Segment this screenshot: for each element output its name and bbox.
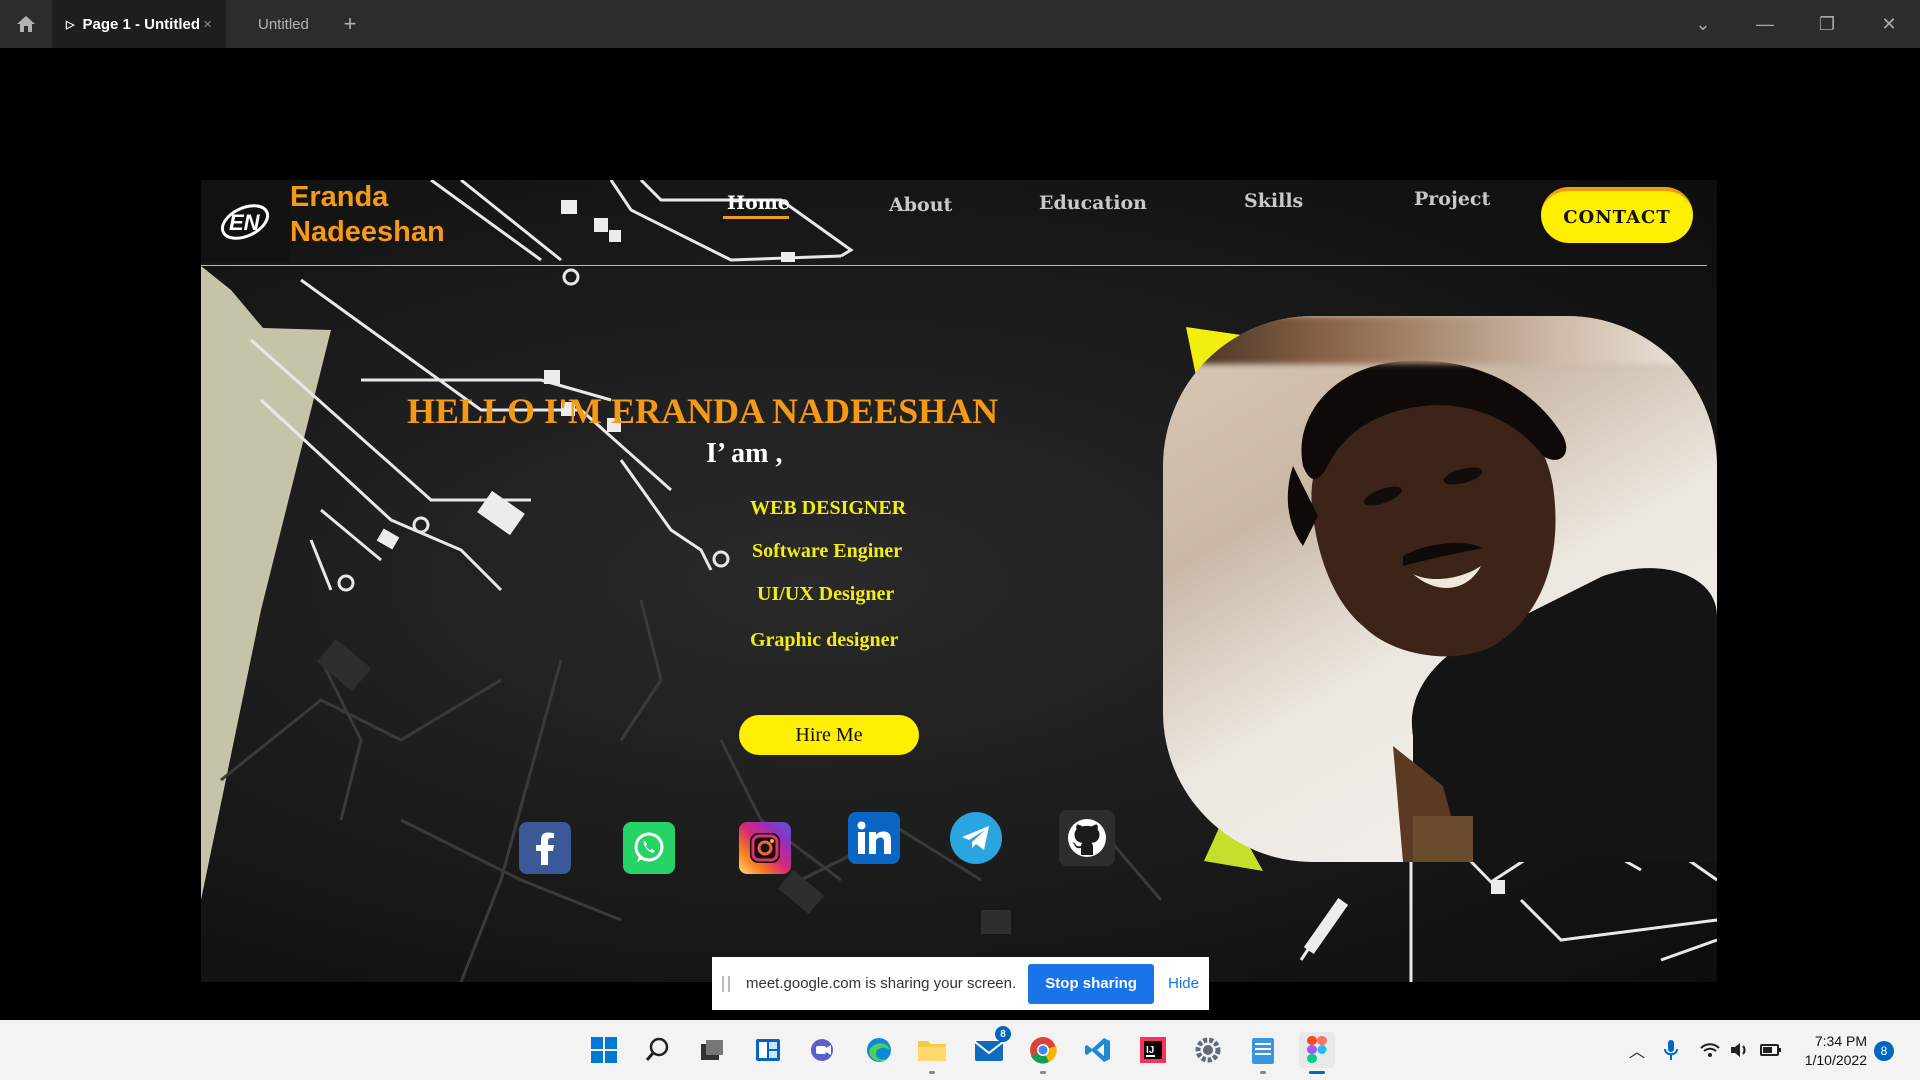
brand-name[interactable]: Eranda Nadeeshan bbox=[290, 180, 480, 250]
tab-label: Untitled bbox=[258, 15, 309, 33]
share-message: meet.google.com is sharing your screen. bbox=[746, 975, 1017, 992]
hide-link[interactable]: Hide bbox=[1168, 975, 1199, 992]
restore-button[interactable]: ❐ bbox=[1796, 14, 1858, 35]
tab-page-1[interactable]: ▷ Page 1 - Untitled × bbox=[52, 0, 226, 48]
edge-icon[interactable] bbox=[861, 1032, 897, 1068]
brand-logo[interactable]: EN bbox=[201, 180, 289, 262]
figma-canvas: EN Eranda Nadeeshan Home About Education… bbox=[0, 48, 1920, 1020]
contact-button[interactable]: CONTACT bbox=[1541, 187, 1693, 243]
svg-text:IJ: IJ bbox=[1146, 1045, 1154, 1056]
drag-handle[interactable] bbox=[722, 975, 730, 992]
hero-subheading: I’ am , bbox=[706, 438, 783, 469]
screen-share-bar: meet.google.com is sharing your screen. … bbox=[712, 957, 1209, 1010]
profile-photo bbox=[1163, 316, 1717, 862]
microphone-icon[interactable] bbox=[1664, 1039, 1678, 1061]
file-explorer-icon[interactable] bbox=[914, 1032, 950, 1074]
hero-heading: HELLO I'M ERANDA NADEESHAN bbox=[407, 391, 999, 431]
photo-top-blur bbox=[1163, 316, 1717, 364]
system-tray: ︿ bbox=[1626, 1020, 1782, 1080]
search-icon[interactable] bbox=[640, 1032, 676, 1068]
svg-text:EN: EN bbox=[229, 210, 261, 235]
close-tab-icon[interactable]: × bbox=[203, 16, 212, 33]
nav-education[interactable]: Education bbox=[1039, 192, 1147, 214]
role-graphic-designer: Graphic designer bbox=[750, 629, 899, 651]
facebook-icon[interactable] bbox=[519, 822, 571, 874]
windows-taskbar: 8 IJ ︿ 7:34 PM 1/10/2022 8 bbox=[0, 1020, 1920, 1080]
volume-icon[interactable] bbox=[1730, 1042, 1750, 1058]
role-software-engineer: Software Enginer bbox=[752, 540, 903, 562]
nav-about[interactable]: About bbox=[889, 194, 952, 216]
widgets-icon[interactable] bbox=[750, 1032, 786, 1068]
github-icon[interactable] bbox=[1059, 810, 1115, 866]
teams-chat-icon[interactable] bbox=[805, 1032, 841, 1068]
nav-home[interactable]: Home bbox=[727, 192, 790, 214]
nav-active-underline bbox=[723, 216, 789, 219]
mail-badge: 8 bbox=[995, 1026, 1011, 1042]
close-window-button[interactable]: ✕ bbox=[1858, 14, 1920, 35]
task-view-icon[interactable] bbox=[694, 1032, 730, 1068]
battery-icon[interactable] bbox=[1760, 1042, 1782, 1058]
instagram-icon[interactable] bbox=[739, 822, 791, 874]
new-tab-button[interactable]: + bbox=[326, 0, 374, 48]
home-icon[interactable] bbox=[0, 0, 52, 48]
portrait-illustration bbox=[1287, 360, 1717, 862]
mail-icon[interactable]: 8 bbox=[971, 1026, 1011, 1068]
active-indicator bbox=[1309, 1071, 1325, 1074]
running-indicator bbox=[1040, 1071, 1046, 1074]
clock-date: 1/10/2022 bbox=[1804, 1052, 1867, 1068]
nav-project[interactable]: Project bbox=[1414, 188, 1490, 210]
website-frame[interactable]: EN Eranda Nadeeshan Home About Education… bbox=[201, 180, 1717, 982]
chevron-up-icon[interactable]: ︿ bbox=[1626, 1038, 1648, 1062]
window-controls: ⌄ — ❐ ✕ bbox=[1672, 0, 1920, 48]
notification-badge[interactable]: 8 bbox=[1874, 1041, 1894, 1061]
header-divider bbox=[201, 265, 1707, 266]
brand-last-name: Nadeeshan bbox=[290, 216, 445, 248]
intellij-icon[interactable]: IJ bbox=[1135, 1032, 1171, 1068]
linkedin-icon[interactable] bbox=[848, 812, 900, 864]
brand-first-name: Eranda bbox=[290, 181, 389, 213]
clock-time: 7:34 PM bbox=[1814, 1033, 1867, 1049]
vscode-icon[interactable] bbox=[1080, 1032, 1116, 1068]
stop-sharing-button[interactable]: Stop sharing bbox=[1028, 963, 1155, 1004]
settings-icon[interactable] bbox=[1190, 1032, 1226, 1068]
notepad-icon[interactable] bbox=[1245, 1032, 1281, 1074]
figma-icon[interactable] bbox=[1299, 1032, 1335, 1074]
system-clock[interactable]: 7:34 PM 1/10/2022 bbox=[1793, 1032, 1867, 1070]
running-indicator bbox=[929, 1071, 935, 1074]
play-icon: ▷ bbox=[66, 18, 75, 31]
nav-skills[interactable]: Skills bbox=[1244, 190, 1303, 212]
wifi-icon[interactable] bbox=[1700, 1042, 1720, 1058]
running-indicator bbox=[1260, 1071, 1266, 1074]
start-icon[interactable] bbox=[586, 1032, 622, 1068]
whatsapp-icon[interactable] bbox=[623, 822, 675, 874]
telegram-icon[interactable] bbox=[950, 812, 1002, 864]
tab-untitled[interactable]: Untitled bbox=[226, 0, 326, 48]
figma-tab-bar: ▷ Page 1 - Untitled × Untitled + ⌄ — ❐ ✕ bbox=[0, 0, 1920, 48]
role-uiux-designer: UI/UX Designer bbox=[757, 583, 895, 605]
tab-label: Page 1 - Untitled bbox=[82, 15, 200, 33]
minimize-button[interactable]: — bbox=[1734, 14, 1796, 35]
hire-me-button[interactable]: Hire Me bbox=[739, 715, 919, 755]
chevron-down-icon[interactable]: ⌄ bbox=[1672, 14, 1734, 35]
role-web-designer: WEB DESIGNER bbox=[750, 497, 907, 519]
chrome-icon[interactable] bbox=[1025, 1032, 1061, 1074]
